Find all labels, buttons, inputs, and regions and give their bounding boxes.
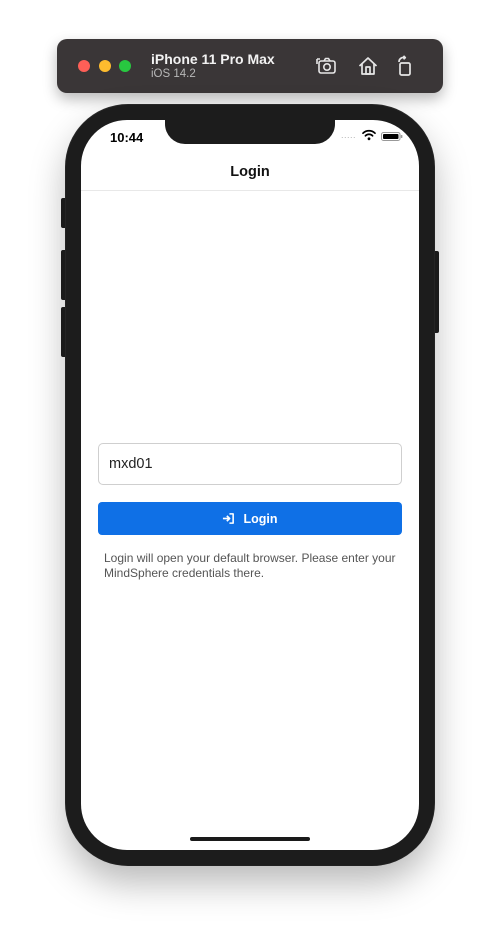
notch <box>165 120 335 144</box>
login-button[interactable]: Login <box>98 502 402 535</box>
simulator-stage: iPhone 11 Pro Max iOS 14.2 10:44 ..... L… <box>0 0 500 941</box>
login-help-text: Login will open your default browser. Pl… <box>104 551 396 580</box>
minimize-window-button[interactable] <box>99 60 111 72</box>
home-icon <box>358 57 378 75</box>
status-time: 10:44 <box>110 130 144 145</box>
screenshot-icon <box>316 57 336 74</box>
rotate-icon <box>398 55 411 76</box>
close-window-button[interactable] <box>78 60 90 72</box>
simulator-os-version: iOS 14.2 <box>151 68 196 80</box>
home-indicator[interactable] <box>190 837 310 841</box>
zoom-window-button[interactable] <box>119 60 131 72</box>
simulator-device-name: iPhone 11 Pro Max <box>151 51 275 67</box>
simulator-toolbar: iPhone 11 Pro Max iOS 14.2 <box>57 39 443 93</box>
cellular-signal-icon: ..... <box>341 130 357 140</box>
page-title: Login <box>230 164 270 180</box>
nav-divider <box>81 190 419 191</box>
screenshot-button[interactable] <box>316 55 338 77</box>
battery-icon <box>381 132 403 141</box>
sign-in-icon <box>223 513 235 524</box>
wifi-icon <box>362 129 376 141</box>
rotate-button[interactable] <box>394 55 416 77</box>
device-screen: 10:44 ..... Login Login Login will open … <box>81 120 419 850</box>
home-button[interactable] <box>357 55 379 77</box>
login-button-label: Login <box>243 511 278 526</box>
username-input[interactable] <box>98 443 402 485</box>
